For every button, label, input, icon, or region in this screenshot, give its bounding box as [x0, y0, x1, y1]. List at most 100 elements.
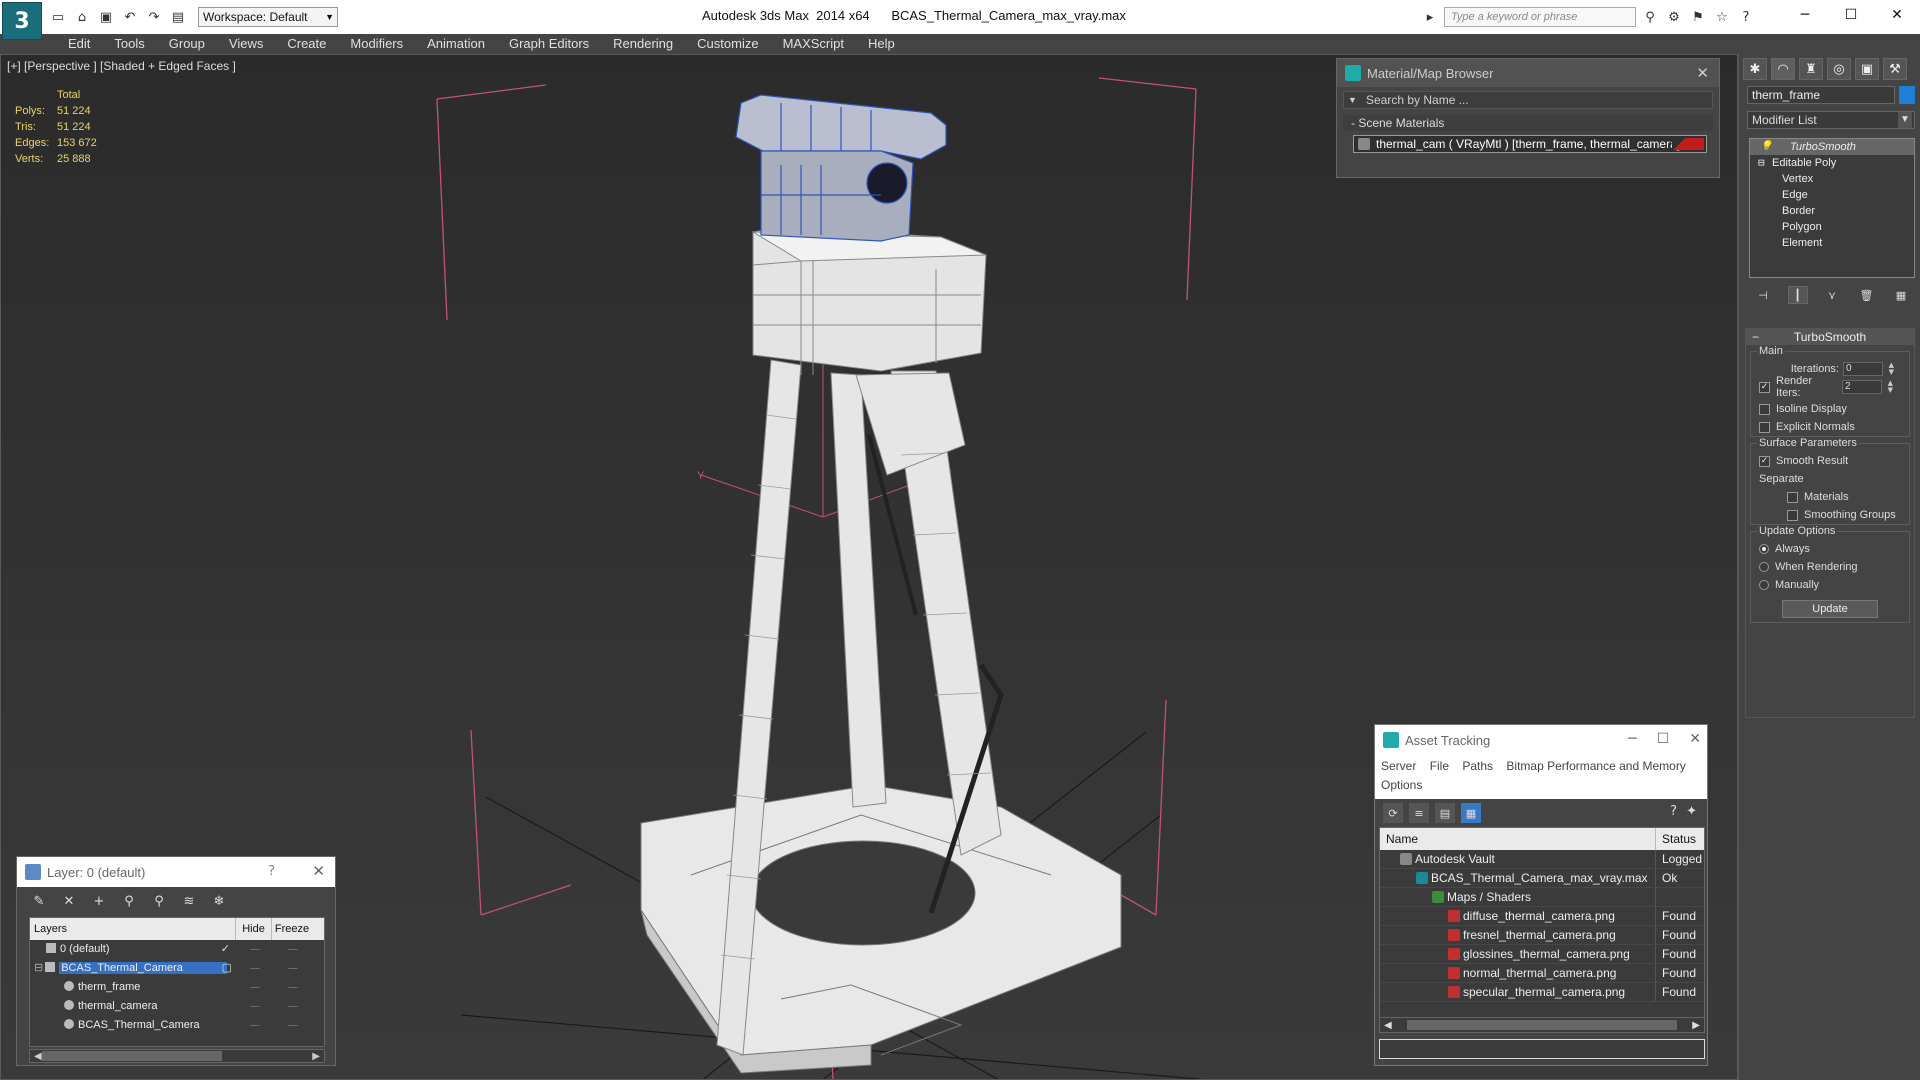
table-row[interactable]: glossines_thermal_camera.png Found: [1380, 945, 1704, 964]
select-in-layer-icon[interactable]: ⚲: [119, 891, 139, 911]
make-unique-icon[interactable]: ⋎: [1822, 286, 1842, 304]
render-iters-checkbox[interactable]: ✓: [1759, 381, 1770, 393]
table-row[interactable]: specular_thermal_camera.png Found: [1380, 983, 1704, 1002]
close-icon[interactable]: ✕: [1689, 731, 1701, 747]
when-rendering-row[interactable]: When Rendering: [1751, 558, 1909, 576]
layer-row[interactable]: therm_frame — —: [30, 978, 324, 997]
set-active-layer-icon[interactable]: ▢: [222, 959, 232, 978]
layer-row[interactable]: BCAS_Thermal_Camera — —: [30, 1016, 324, 1035]
smooth-result-row[interactable]: ✓ Smooth Result: [1751, 452, 1909, 470]
stack-item-edge[interactable]: Edge: [1750, 187, 1914, 203]
explicit-normals-checkbox[interactable]: [1759, 421, 1770, 433]
freeze-toggle[interactable]: —: [274, 940, 312, 959]
smooth-result-checkbox[interactable]: ✓: [1759, 455, 1770, 467]
object-color-swatch[interactable]: [1899, 86, 1915, 104]
menu-customize[interactable]: Customize: [685, 34, 770, 54]
minimize-icon[interactable]: ─: [1782, 0, 1828, 30]
table-row[interactable]: BCAS_Thermal_Camera_max_vray.max Ok: [1380, 869, 1704, 888]
exchange-icon[interactable]: ⚙: [1664, 7, 1684, 27]
menu-graph-editors[interactable]: Graph Editors: [497, 34, 601, 54]
menu-bitmap-performance[interactable]: Bitmap Performance and Memory: [1506, 759, 1685, 773]
modifier-stack[interactable]: 💡 TurboSmooth ⊟ Editable Poly Vertex Edg…: [1749, 138, 1915, 278]
save-icon[interactable]: ▣: [96, 7, 116, 27]
expand-arrow-icon[interactable]: ▸: [1420, 7, 1440, 27]
workspace-dropdown[interactable]: Workspace: Default ▼: [198, 7, 338, 27]
close-icon[interactable]: ✕: [1874, 0, 1920, 30]
maximize-icon[interactable]: ☐: [1657, 731, 1670, 747]
layer-manager-titlebar[interactable]: Layer: 0 (default) ? ✕: [17, 857, 335, 887]
material-search-input[interactable]: ▼ Search by Name ...: [1343, 91, 1713, 109]
stack-item-element[interactable]: Element: [1750, 235, 1914, 251]
column-status[interactable]: Status: [1656, 828, 1696, 850]
remove-modifier-icon[interactable]: 🗑: [1857, 286, 1877, 304]
layer-table-scrollbar[interactable]: ◀ ▶: [29, 1049, 325, 1063]
close-icon[interactable]: ✕: [1696, 64, 1709, 82]
menu-edit[interactable]: Edit: [56, 34, 102, 54]
hide-toggle[interactable]: —: [236, 997, 274, 1016]
materials-row[interactable]: Materials: [1751, 488, 1909, 506]
menu-file[interactable]: File: [1430, 759, 1449, 773]
stack-item-polygon[interactable]: Polygon: [1750, 219, 1914, 235]
table-row[interactable]: normal_thermal_camera.png Found: [1380, 964, 1704, 983]
table-view-icon[interactable]: ▦: [1461, 803, 1481, 823]
add-to-layer-icon[interactable]: +: [89, 891, 109, 911]
utilities-icon[interactable]: ⚒: [1883, 58, 1907, 80]
layer-row[interactable]: 0 (default) ✓ — —: [30, 940, 324, 959]
help-icon[interactable]: ?: [1670, 804, 1677, 819]
pin-stack-icon[interactable]: ⊣: [1753, 286, 1773, 304]
hierarchy-icon[interactable]: ♜: [1799, 58, 1823, 80]
scroll-right-icon[interactable]: ▶: [312, 1051, 320, 1062]
maximize-icon[interactable]: ☐: [1828, 0, 1874, 30]
table-row[interactable]: diffuse_thermal_camera.png Found: [1380, 907, 1704, 926]
close-icon[interactable]: ✕: [312, 862, 325, 880]
new-layer-icon[interactable]: ✎: [29, 891, 49, 911]
menu-animation[interactable]: Animation: [415, 34, 497, 54]
explicit-normals-row[interactable]: Explicit Normals: [1751, 418, 1909, 436]
thumbnail-view-icon[interactable]: ▤: [1435, 803, 1455, 823]
object-name-field[interactable]: therm_frame: [1747, 86, 1895, 104]
manually-radio[interactable]: [1759, 580, 1769, 590]
stack-item-editable-poly[interactable]: ⊟ Editable Poly: [1750, 155, 1914, 171]
menu-maxscript[interactable]: MAXScript: [771, 34, 856, 54]
manually-row[interactable]: Manually: [1751, 576, 1909, 594]
highlight-layer-icon[interactable]: ⚲: [149, 891, 169, 911]
freeze-toggle[interactable]: —: [274, 997, 312, 1016]
create-icon[interactable]: ✱: [1743, 58, 1767, 80]
lightbulb-icon[interactable]: 💡: [1760, 139, 1772, 155]
menu-tools[interactable]: Tools: [102, 34, 156, 54]
new-file-icon[interactable]: ▭: [48, 7, 68, 27]
freeze-toggle[interactable]: —: [274, 1016, 312, 1035]
delete-layer-icon[interactable]: ✕: [59, 891, 79, 911]
menu-create[interactable]: Create: [275, 34, 338, 54]
hide-all-icon[interactable]: ≋: [179, 891, 199, 911]
help-icon[interactable]: ?: [1736, 7, 1756, 27]
table-row[interactable]: fresnel_thermal_camera.png Found: [1380, 926, 1704, 945]
when-rendering-radio[interactable]: [1759, 562, 1769, 572]
table-row[interactable]: Autodesk Vault Logged: [1380, 850, 1704, 869]
smoothing-groups-checkbox[interactable]: [1787, 509, 1798, 521]
always-row[interactable]: Always: [1751, 540, 1909, 558]
spinner-arrows-icon[interactable]: ▲ ▼: [1889, 362, 1894, 376]
scrollbar-thumb[interactable]: [1407, 1020, 1677, 1030]
stack-item-turbosmooth[interactable]: 💡 TurboSmooth: [1750, 139, 1914, 155]
active-layer-check-icon[interactable]: ✓: [221, 940, 230, 959]
menu-options[interactable]: Options: [1381, 778, 1422, 792]
menu-server[interactable]: Server: [1381, 759, 1416, 773]
layer-row[interactable]: ⊟ BCAS_Thermal_Camera ▢ — —: [30, 959, 324, 978]
keyword-search-input[interactable]: Type a keyword or phrase: [1444, 7, 1636, 27]
stack-item-border[interactable]: Border: [1750, 203, 1914, 219]
modifier-list-dropdown[interactable]: Modifier List ▼: [1747, 111, 1915, 129]
spinner-arrows-icon[interactable]: ▲ ▼: [1888, 380, 1893, 394]
project-folder-icon[interactable]: ▤: [168, 7, 188, 27]
configure-sets-icon[interactable]: ▦: [1891, 286, 1911, 304]
collapse-icon[interactable]: ⊟: [34, 962, 43, 974]
smoothing-groups-row[interactable]: Smoothing Groups: [1751, 506, 1909, 524]
column-freeze[interactable]: Freeze: [272, 918, 312, 940]
scroll-left-icon[interactable]: ◀: [1384, 1020, 1392, 1031]
display-icon[interactable]: ▣: [1855, 58, 1879, 80]
menu-paths[interactable]: Paths: [1462, 759, 1493, 773]
hide-toggle[interactable]: —: [236, 978, 274, 997]
freeze-toggle[interactable]: —: [274, 978, 312, 997]
hide-toggle[interactable]: —: [236, 959, 274, 978]
asset-path-field[interactable]: [1379, 1039, 1705, 1059]
